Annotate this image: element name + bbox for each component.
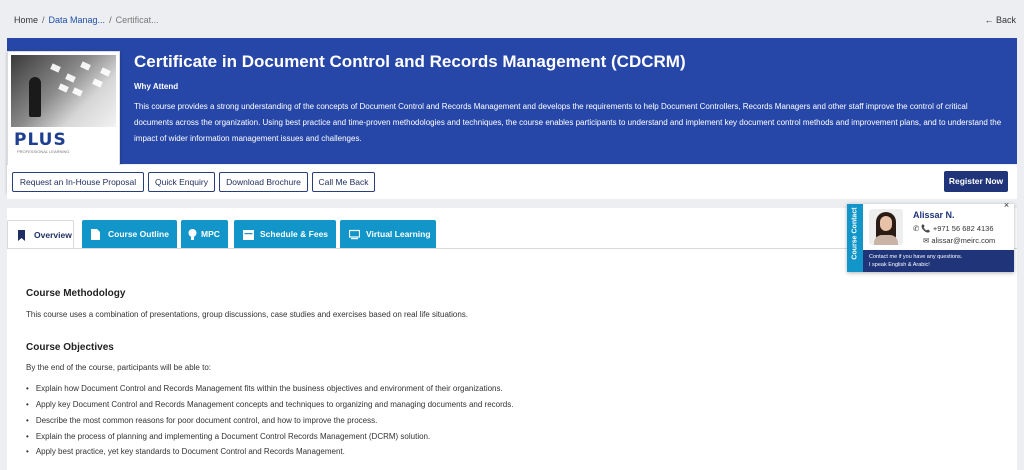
contact-name: Alissar N.: [913, 210, 955, 220]
breadcrumb-separator: /: [109, 15, 112, 25]
why-attend-heading: Why Attend: [134, 82, 179, 91]
contact-message: Contact me if you have any questions. I …: [863, 250, 1014, 272]
plus-logo: PLUS: [14, 130, 67, 150]
contact-phone[interactable]: ✆ 📞 +971 56 682 4136: [913, 224, 994, 233]
course-hero: PLUS PROFESSIONAL LEARNING Certificate i…: [7, 38, 1017, 193]
breadcrumb: Home / Data Manag... / Certificat...: [14, 15, 159, 25]
methodology-title: Course Methodology: [26, 288, 126, 299]
page-title: Certificate in Document Control and Reco…: [134, 52, 686, 71]
register-now-button[interactable]: Register Now: [944, 171, 1008, 192]
bookmark-icon: [18, 230, 25, 241]
course-contact-tab[interactable]: Course Contact: [847, 204, 863, 272]
why-attend-text: This course provides a strong understand…: [134, 102, 1002, 143]
list-item: Explain how Document Control and Records…: [26, 384, 503, 393]
avatar: [869, 209, 903, 245]
course-contact-tab-label: Course Contact: [851, 207, 859, 260]
tab-overview[interactable]: Overview: [7, 220, 74, 249]
objectives-intro: By the end of the course, participants w…: [26, 363, 211, 372]
tab-label: Course Outline: [108, 229, 169, 239]
tab-label: Virtual Learning: [366, 229, 431, 239]
back-link[interactable]: ← Back: [984, 15, 1016, 25]
calendar-icon: [243, 230, 254, 240]
back-label: Back: [995, 15, 1016, 25]
call-me-back-button[interactable]: Call Me Back: [312, 172, 375, 192]
whatsapp-icon: ✆: [913, 224, 920, 233]
list-item: Explain the process of planning and impl…: [26, 432, 430, 441]
lightbulb-icon: [188, 229, 197, 240]
download-brochure-button[interactable]: Download Brochure: [219, 172, 308, 192]
monitor-icon: [349, 229, 360, 240]
list-item: Describe the most common reasons for poo…: [26, 416, 378, 425]
quick-enquiry-button[interactable]: Quick Enquiry: [148, 172, 215, 192]
breadcrumb-home[interactable]: Home: [14, 15, 38, 25]
close-icon[interactable]: ×: [1001, 200, 1012, 211]
tab-schedule-fees[interactable]: Schedule & Fees: [234, 220, 336, 249]
tab-label: Schedule & Fees: [260, 229, 329, 239]
envelope-icon: ✉: [923, 236, 930, 245]
arrow-left-icon: ←: [984, 15, 994, 25]
tab-label: MPC: [201, 229, 220, 239]
action-bar: Request an In-House Proposal Quick Enqui…: [7, 165, 1017, 199]
objectives-title: Course Objectives: [26, 342, 114, 353]
methodology-text: This course uses a combination of presen…: [26, 310, 469, 319]
list-item: Apply key Document Control and Records M…: [26, 400, 514, 409]
contact-message-line: Contact me if you have any questions.: [869, 254, 963, 260]
breadcrumb-bar: Home / Data Manag... / Certificat... ← Back: [0, 0, 1024, 38]
tab-label: Overview: [34, 230, 72, 240]
breadcrumb-current: Certificat...: [115, 15, 159, 25]
course-photo: [11, 55, 116, 127]
contact-message-line: I speak English & Arabic!: [869, 262, 930, 268]
document-icon: [91, 229, 100, 240]
contact-phone-number: +971 56 682 4136: [932, 224, 994, 233]
breadcrumb-category[interactable]: Data Manag...: [49, 15, 106, 25]
in-house-proposal-button[interactable]: Request an In-House Proposal: [12, 172, 144, 192]
course-contact-widget: Course Contact Alissar N. ✆ 📞 +971 56 68…: [847, 204, 1014, 272]
breadcrumb-separator: /: [42, 15, 45, 25]
contact-email[interactable]: ✉ alissar@meirc.com: [923, 236, 995, 245]
tab-virtual-learning[interactable]: Virtual Learning: [340, 220, 436, 249]
plus-logo-subtitle: PROFESSIONAL LEARNING: [17, 149, 70, 154]
phone-icon: 📞: [921, 224, 931, 233]
contact-email-address: alissar@meirc.com: [931, 236, 996, 245]
tab-mpc[interactable]: MPC: [181, 220, 228, 249]
list-item: Apply best practice, yet key standards t…: [26, 447, 345, 456]
tab-course-outline[interactable]: Course Outline: [82, 220, 177, 249]
